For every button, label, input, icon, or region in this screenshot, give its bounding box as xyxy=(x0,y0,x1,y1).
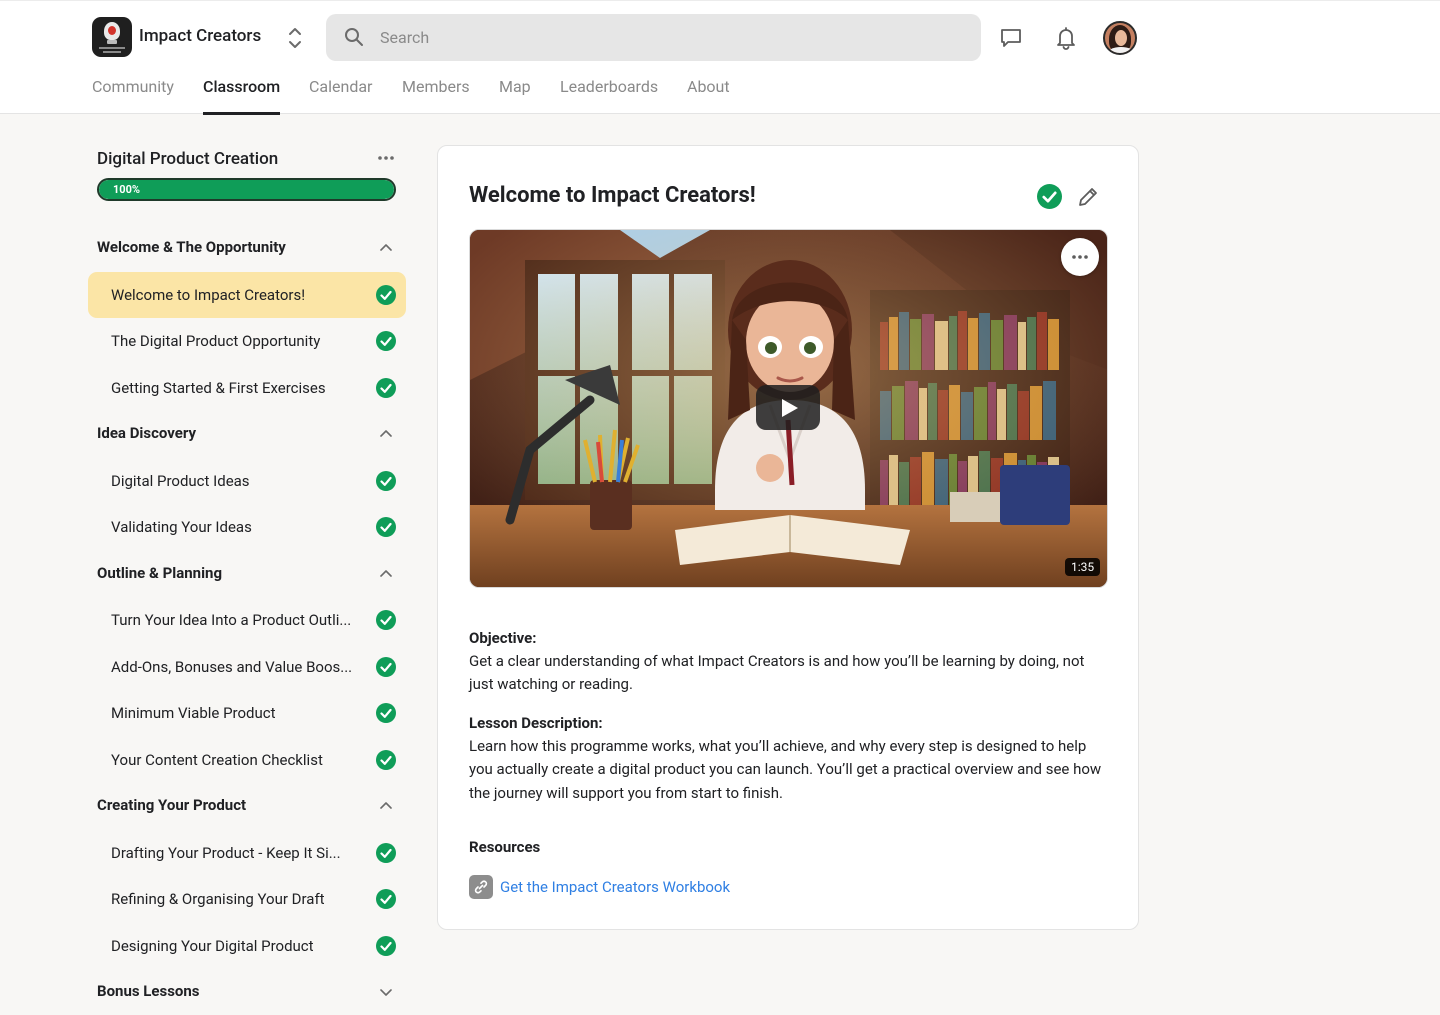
course-progress-bar: 100% xyxy=(97,178,396,201)
lesson-item[interactable]: Validating Your Ideas xyxy=(88,504,406,550)
lesson-item-label: Designing Your Digital Product xyxy=(111,936,314,955)
description-text: Learn how this programme works, what you… xyxy=(469,737,1102,802)
lesson-item[interactable]: Welcome to Impact Creators! xyxy=(88,271,406,318)
section-header[interactable]: Welcome & The Opportunity xyxy=(97,238,286,256)
completed-check-icon xyxy=(376,517,396,537)
search-placeholder: Search xyxy=(380,28,430,47)
top-header: Impact Creators Search Community Classro… xyxy=(0,0,1440,115)
lesson-item-label: Turn Your Idea Into a Product Outli... xyxy=(111,611,352,629)
section-header[interactable]: Creating Your Product xyxy=(97,796,246,814)
completed-check-icon xyxy=(376,889,396,909)
lesson-item-label: Getting Started & First Exercises xyxy=(111,378,326,397)
completed-check-icon xyxy=(376,703,396,723)
lesson-item-label: Digital Product Ideas xyxy=(111,471,250,490)
lesson-item[interactable]: Your Content Creation Checklist xyxy=(88,737,406,783)
progress-fill xyxy=(99,180,394,199)
chevron-up-icon[interactable] xyxy=(378,240,394,256)
link-icon xyxy=(469,875,493,899)
lesson-complete-check-icon[interactable] xyxy=(1037,184,1062,209)
chevron-up-icon[interactable] xyxy=(378,426,394,442)
lesson-item[interactable]: Turn Your Idea Into a Product Outli... xyxy=(88,597,406,643)
avatar-shirt xyxy=(1107,47,1135,53)
completed-check-icon xyxy=(376,749,396,770)
lesson-card: Welcome to Impact Creators! 1:35 Objecti… xyxy=(437,145,1139,930)
lesson-item[interactable]: Minimum Viable Product xyxy=(88,690,406,736)
description-heading: Lesson Description: xyxy=(469,714,603,732)
lesson-video-player[interactable]: 1:35 xyxy=(469,229,1108,588)
lesson-item[interactable]: Refining & Organising Your Draft xyxy=(88,876,406,922)
lesson-item-label: Validating Your Ideas xyxy=(111,518,252,536)
lesson-item[interactable]: Designing Your Digital Product xyxy=(88,923,406,969)
tab-members[interactable]: Members xyxy=(402,77,470,115)
tab-community[interactable]: Community xyxy=(92,77,174,115)
lesson-item-label: Drafting Your Product - Keep It Si... xyxy=(111,843,341,862)
completed-check-icon xyxy=(376,842,396,863)
lesson-item[interactable]: Getting Started & First Exercises xyxy=(88,365,406,411)
bell-icon[interactable] xyxy=(1055,25,1077,51)
lesson-item-label: Welcome to Impact Creators! xyxy=(111,285,306,304)
objective-text: Get a clear understanding of what Impact… xyxy=(469,652,1085,694)
lesson-item[interactable]: Digital Product Ideas xyxy=(88,458,406,504)
completed-check-icon xyxy=(376,610,396,630)
edit-pencil-icon[interactable] xyxy=(1077,186,1099,208)
lesson-item[interactable]: Add-Ons, Bonuses and Value Boos... xyxy=(88,644,406,690)
tab-map[interactable]: Map xyxy=(499,77,531,115)
course-title: Digital Product Creation xyxy=(97,149,279,169)
video-duration: 1:35 xyxy=(1065,558,1101,576)
more-options-icon[interactable] xyxy=(375,150,397,166)
lightbulb-logo-base xyxy=(107,40,117,44)
chevron-down-icon[interactable] xyxy=(378,984,394,1000)
tab-leaderboards[interactable]: Leaderboards xyxy=(560,77,658,115)
section-header[interactable]: Bonus Lessons xyxy=(97,982,200,1000)
search-icon xyxy=(345,28,363,46)
lesson-item-label: The Digital Product Opportunity xyxy=(111,332,321,350)
search-input[interactable]: Search xyxy=(326,14,981,61)
tab-classroom[interactable]: Classroom xyxy=(203,77,281,115)
section-header[interactable]: Idea Discovery xyxy=(97,424,196,442)
chevron-up-icon[interactable] xyxy=(378,798,394,814)
progress-label: 100% xyxy=(113,183,141,196)
lesson-item-label: Add-Ons, Bonuses and Value Boos... xyxy=(111,657,353,676)
community-logo[interactable] xyxy=(92,17,132,57)
switcher-chevrons-icon[interactable] xyxy=(284,25,306,51)
resources-heading: Resources xyxy=(469,838,541,856)
lesson-item-label: Refining & Organising Your Draft xyxy=(111,890,325,908)
user-avatar[interactable] xyxy=(1103,21,1137,55)
community-name[interactable]: Impact Creators xyxy=(139,26,261,46)
lesson-title: Welcome to Impact Creators! xyxy=(469,183,756,208)
avatar-face xyxy=(1115,30,1127,46)
tab-calendar[interactable]: Calendar xyxy=(309,77,372,115)
lesson-item-label: Minimum Viable Product xyxy=(111,704,276,722)
completed-check-icon xyxy=(376,935,396,956)
completed-check-icon xyxy=(376,284,396,305)
completed-check-icon xyxy=(376,377,396,398)
logo-text-line xyxy=(103,51,121,53)
workbook-link[interactable]: Get the Impact Creators Workbook xyxy=(500,878,730,896)
section-header[interactable]: Outline & Planning xyxy=(97,564,222,582)
completed-check-icon xyxy=(376,331,396,351)
lightbulb-logo-core xyxy=(108,26,116,35)
objective-heading: Objective: xyxy=(469,629,537,647)
tab-about[interactable]: About xyxy=(687,77,730,115)
completed-check-icon xyxy=(376,656,396,677)
lesson-item[interactable]: The Digital Product Opportunity xyxy=(88,318,406,364)
more-options-icon xyxy=(1072,255,1088,259)
play-button[interactable] xyxy=(756,385,820,430)
completed-check-icon xyxy=(376,470,396,491)
chevron-up-icon[interactable] xyxy=(378,566,394,582)
lesson-item[interactable]: Drafting Your Product - Keep It Si... xyxy=(88,830,406,876)
chat-icon[interactable] xyxy=(999,27,1023,49)
logo-text-line xyxy=(99,47,125,49)
lesson-item-label: Your Content Creation Checklist xyxy=(111,750,323,769)
video-options-button[interactable] xyxy=(1061,238,1099,276)
